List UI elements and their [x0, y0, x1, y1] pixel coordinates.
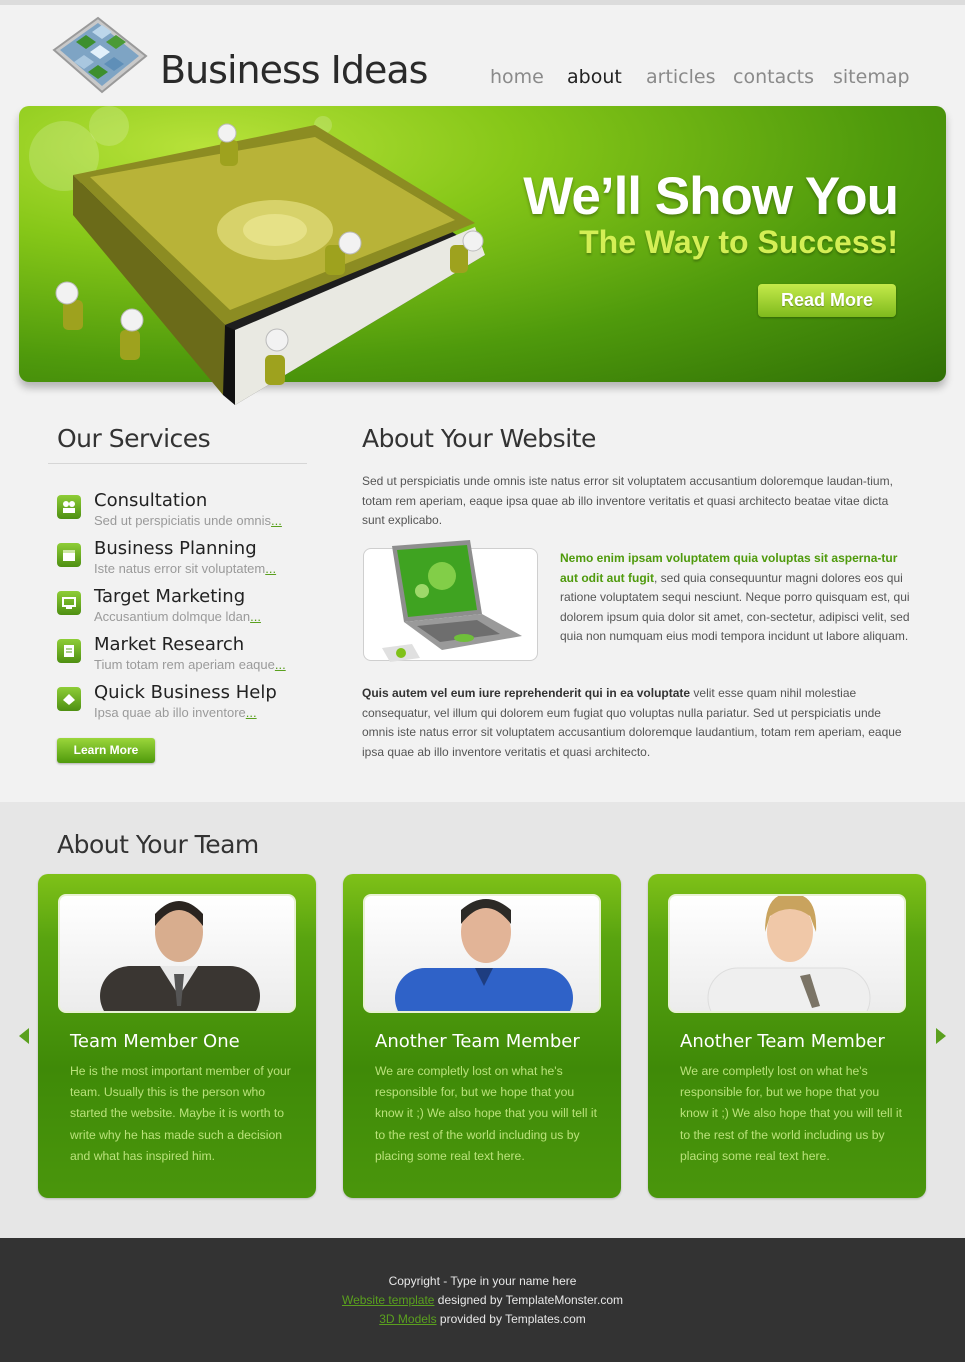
team-card: Team Member One He is the most important… [38, 874, 316, 1198]
service-desc: Iste natus error sit voluptatem... [94, 561, 276, 576]
team-member-photo [58, 894, 296, 1013]
service-item[interactable]: Consultation Sed ut perspiciatis unde om… [57, 490, 317, 532]
service-desc-text: Accusantium dolmque ldan [94, 609, 251, 624]
footer-copyright: Copyright - Type in your name here [388, 1274, 577, 1288]
service-name[interactable]: Quick Business Help [94, 682, 277, 703]
team-member-bio: He is the most important member of your … [70, 1064, 291, 1163]
service-item[interactable]: Target Marketing Accusantium dolmque lda… [57, 586, 317, 628]
nav-sitemap[interactable]: sitemap [833, 66, 910, 88]
service-desc: Ipsa quae ab illo inventore... [94, 705, 257, 720]
banner-title: We’ll Show You [523, 167, 899, 226]
footer: Copyright - Type in your name here Websi… [0, 1238, 965, 1362]
footer-credit-text: provided by Templates.com [436, 1312, 586, 1326]
footer-credit-text: designed by TemplateMonster.com [434, 1293, 624, 1307]
team-member-name: Team Member One [70, 1031, 240, 1052]
nav-home[interactable]: home [490, 66, 544, 88]
services-divider [48, 463, 307, 464]
about-bottom-lead: Quis autem vel eum iure reprehenderit qu… [362, 686, 691, 700]
monitor-icon [57, 591, 81, 615]
team-member-name: Another Team Member [375, 1031, 580, 1052]
service-more-link[interactable]: ... [271, 513, 282, 528]
about-paragraph: Sed ut perspiciatis unde omnis iste natu… [362, 474, 893, 527]
nav-contacts[interactable]: contacts [733, 66, 814, 88]
service-name[interactable]: Target Marketing [94, 586, 245, 607]
service-desc-text: Sed ut perspiciatis unde omnis [94, 513, 272, 528]
team-title: About Your Team [57, 830, 259, 859]
service-name[interactable]: Business Planning [94, 538, 257, 559]
service-desc-text: Iste natus error sit voluptatem [94, 561, 266, 576]
about-paragraph-bottom: Quis autem vel eum iure reprehenderit qu… [362, 684, 910, 762]
calendar-icon [57, 543, 81, 567]
top-border [0, 0, 965, 5]
carousel-next-arrow-icon[interactable] [936, 1028, 946, 1044]
website-template-link[interactable]: Website template [342, 1293, 435, 1307]
service-desc: Tium totam rem aperiam eaque... [94, 657, 286, 672]
3d-models-link[interactable]: 3D Models [379, 1312, 436, 1326]
service-desc: Accusantium dolmque ldan... [94, 609, 261, 624]
handshake-icon [57, 687, 81, 711]
service-item[interactable]: Market Research Tium totam rem aperiam e… [57, 634, 317, 676]
team-member-bio: We are completly lost on what he's respo… [680, 1064, 902, 1163]
team-card: Another Team Member We are completly los… [343, 874, 621, 1198]
service-name[interactable]: Market Research [94, 634, 244, 655]
service-more-link[interactable]: ... [250, 609, 261, 624]
read-more-button[interactable]: Read More [758, 284, 896, 317]
laptop-image [382, 540, 522, 662]
service-desc: Sed ut perspiciatis unde omnis... [94, 513, 282, 528]
consultation-icon [57, 495, 81, 519]
service-desc-text: Ipsa quae ab illo inventore [94, 705, 246, 720]
carousel-prev-arrow-icon[interactable] [19, 1028, 29, 1044]
service-name[interactable]: Consultation [94, 490, 207, 511]
about-highlight-paragraph: Nemo enim ipsam voluptatem quia voluptas… [560, 549, 910, 647]
service-desc-text: Tium totam rem aperiam eaque [94, 657, 275, 672]
nav-about[interactable]: about [567, 66, 622, 88]
footer-credit-line: 3D Models provided by Templates.com [0, 1312, 965, 1326]
learn-more-button[interactable]: Learn More [57, 738, 155, 763]
service-more-link[interactable]: ... [275, 657, 286, 672]
nav-articles[interactable]: articles [646, 66, 716, 88]
team-member-name: Another Team Member [680, 1031, 885, 1052]
service-item[interactable]: Quick Business Help Ipsa quae ab illo in… [57, 682, 317, 724]
service-item[interactable]: Business Planning Iste natus error sit v… [57, 538, 317, 580]
team-member-photo [668, 894, 906, 1013]
service-more-link[interactable]: ... [246, 705, 257, 720]
footer-credit-line: Website template designed by TemplateMon… [0, 1293, 965, 1307]
services-title: Our Services [57, 424, 211, 453]
team-member-bio: We are completly lost on what he's respo… [375, 1064, 597, 1163]
team-member-photo [363, 894, 601, 1013]
main-nav: home about articles contacts sitemap [0, 66, 965, 92]
document-icon [57, 639, 81, 663]
about-title: About Your Website [362, 424, 596, 453]
banner-subtitle: The Way to Success! [579, 224, 898, 260]
book-illustration [55, 123, 485, 405]
service-more-link[interactable]: ... [265, 561, 276, 576]
team-card: Another Team Member We are completly los… [648, 874, 926, 1198]
